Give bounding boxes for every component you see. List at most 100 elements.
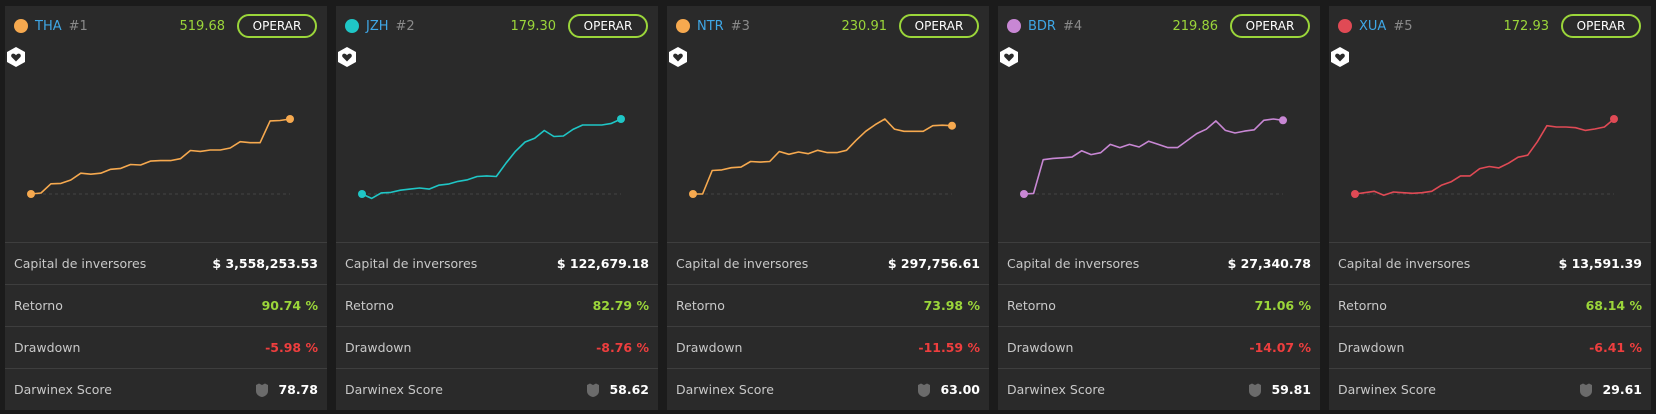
darwin-card[interactable]: BDR #4 219.86 OPERAR Capital de inversor… — [998, 6, 1320, 410]
drawdown-label: Drawdown — [1338, 340, 1405, 355]
drawdown-value: -14.07 % — [1249, 340, 1311, 355]
drawdown-value: -11.59 % — [918, 340, 980, 355]
darwin-rank: #3 — [730, 18, 750, 34]
drawdown-row: Drawdown -11.59 % — [667, 326, 989, 368]
performance-chart — [667, 46, 989, 242]
operar-button[interactable]: OPERAR — [237, 14, 317, 38]
operar-button[interactable]: OPERAR — [899, 14, 979, 38]
operar-button[interactable]: OPERAR — [568, 14, 648, 38]
operar-button[interactable]: OPERAR — [1561, 14, 1641, 38]
return-label: Retorno — [676, 298, 725, 313]
series-start-point — [358, 190, 366, 198]
favorite-hexagon-icon[interactable] — [1329, 46, 1351, 68]
darwin-ticker-link[interactable]: JZH — [366, 19, 389, 34]
investor-capital-value: $ 13,591.39 — [1558, 256, 1642, 271]
investor-capital-label: Capital de inversores — [345, 256, 478, 271]
series-end-point — [1610, 115, 1618, 123]
darwinex-score-value: 29.61 — [1602, 382, 1642, 397]
investor-capital-value: $ 122,679.18 — [556, 256, 649, 271]
drawdown-label: Drawdown — [14, 340, 81, 355]
darwin-price: 230.91 — [841, 18, 888, 34]
drawdown-row: Drawdown -14.07 % — [998, 326, 1320, 368]
score-shield-icon — [256, 383, 269, 397]
darwinex-score-row: Darwinex Score 59.81 — [998, 368, 1320, 410]
series-color-dot — [1007, 19, 1021, 33]
darwinex-score-row: Darwinex Score 63.00 — [667, 368, 989, 410]
darwin-ticker-link[interactable]: BDR — [1028, 19, 1056, 34]
favorite-hexagon-icon[interactable] — [998, 46, 1020, 68]
score-shield-icon — [918, 383, 931, 397]
darwinex-score-value: 58.62 — [609, 382, 649, 397]
return-value: 90.74 % — [261, 298, 318, 313]
darwinex-score-row: Darwinex Score 78.78 — [5, 368, 327, 410]
series-end-point — [617, 115, 625, 123]
return-value: 71.06 % — [1254, 298, 1311, 313]
favorite-hexagon-icon[interactable] — [5, 46, 27, 68]
darwinex-score-label: Darwinex Score — [1007, 382, 1105, 397]
drawdown-row: Drawdown -6.41 % — [1329, 326, 1651, 368]
performance-chart — [5, 46, 327, 242]
performance-chart — [998, 46, 1320, 242]
investor-capital-row: Capital de inversores $ 27,340.78 — [998, 242, 1320, 284]
performance-chart — [336, 46, 658, 242]
performance-line-chart — [1351, 115, 1618, 198]
drawdown-label: Drawdown — [676, 340, 743, 355]
score-shield-icon — [587, 383, 600, 397]
darwinex-score-value: 63.00 — [940, 382, 980, 397]
darwinex-score-label: Darwinex Score — [676, 382, 774, 397]
card-header: NTR #3 230.91 OPERAR — [667, 6, 989, 46]
performance-line-chart — [1020, 116, 1287, 198]
investor-capital-label: Capital de inversores — [1338, 256, 1471, 271]
darwin-price: 519.68 — [179, 18, 226, 34]
drawdown-value: -8.76 % — [596, 340, 649, 355]
performance-series-line — [1023, 118, 1284, 195]
favorite-hexagon-icon[interactable] — [336, 46, 358, 68]
favorite-hexagon-icon[interactable] — [667, 46, 689, 68]
darwinex-score-label: Darwinex Score — [345, 382, 443, 397]
performance-series-line — [361, 118, 622, 200]
performance-line-chart — [358, 115, 625, 200]
series-end-point — [286, 115, 294, 123]
drawdown-value: -6.41 % — [1589, 340, 1642, 355]
return-row: Retorno 71.06 % — [998, 284, 1320, 326]
investor-capital-label: Capital de inversores — [14, 256, 147, 271]
card-header: THA #1 519.68 OPERAR — [5, 6, 327, 46]
performance-series-line — [30, 118, 291, 195]
investor-capital-row: Capital de inversores $ 13,591.39 — [1329, 242, 1651, 284]
darwinex-score-row: Darwinex Score 29.61 — [1329, 368, 1651, 410]
darwin-ticker-link[interactable]: THA — [35, 19, 62, 34]
return-label: Retorno — [14, 298, 63, 313]
performance-series-line — [693, 118, 953, 195]
series-end-point — [1279, 116, 1287, 125]
darwin-rank: #4 — [1062, 18, 1083, 34]
score-shield-icon — [1580, 383, 1593, 397]
series-color-dot — [14, 19, 28, 33]
investor-capital-value: $ 3,558,253.53 — [212, 256, 318, 271]
darwin-ticker-link[interactable]: NTR — [697, 19, 724, 34]
series-start-point — [27, 190, 35, 198]
darwinex-score-row: Darwinex Score 58.62 — [336, 368, 658, 410]
series-end-point — [948, 121, 956, 130]
drawdown-row: Drawdown -8.76 % — [336, 326, 658, 368]
investor-capital-row: Capital de inversores $ 122,679.18 — [336, 242, 658, 284]
performance-series-line — [1354, 118, 1615, 197]
card-header: BDR #4 219.86 OPERAR — [998, 6, 1320, 46]
series-start-point — [1351, 190, 1359, 198]
operar-button[interactable]: OPERAR — [1230, 14, 1310, 38]
darwinex-score-value: 59.81 — [1271, 382, 1311, 397]
return-label: Retorno — [1007, 298, 1056, 313]
series-start-point — [1020, 190, 1028, 198]
performance-line-chart — [689, 118, 956, 198]
series-start-point — [689, 190, 697, 198]
darwin-card[interactable]: XUA #5 172.93 OPERAR Capital de inversor… — [1329, 6, 1651, 410]
darwin-card[interactable]: THA #1 519.68 OPERAR Capital de inversor… — [5, 6, 327, 410]
darwin-card[interactable]: NTR #3 230.91 OPERAR Capital de inversor… — [667, 6, 989, 410]
performance-chart — [1329, 46, 1651, 242]
darwinex-score-value: 78.78 — [278, 382, 318, 397]
darwin-price: 219.86 — [1172, 18, 1219, 34]
darwin-card[interactable]: JZH #2 179.30 OPERAR Capital de inversor… — [336, 6, 658, 410]
drawdown-row: Drawdown -5.98 % — [5, 326, 327, 368]
investor-capital-label: Capital de inversores — [1007, 256, 1140, 271]
investor-capital-row: Capital de inversores $ 297,756.61 — [667, 242, 989, 284]
darwin-ticker-link[interactable]: XUA — [1359, 19, 1386, 34]
